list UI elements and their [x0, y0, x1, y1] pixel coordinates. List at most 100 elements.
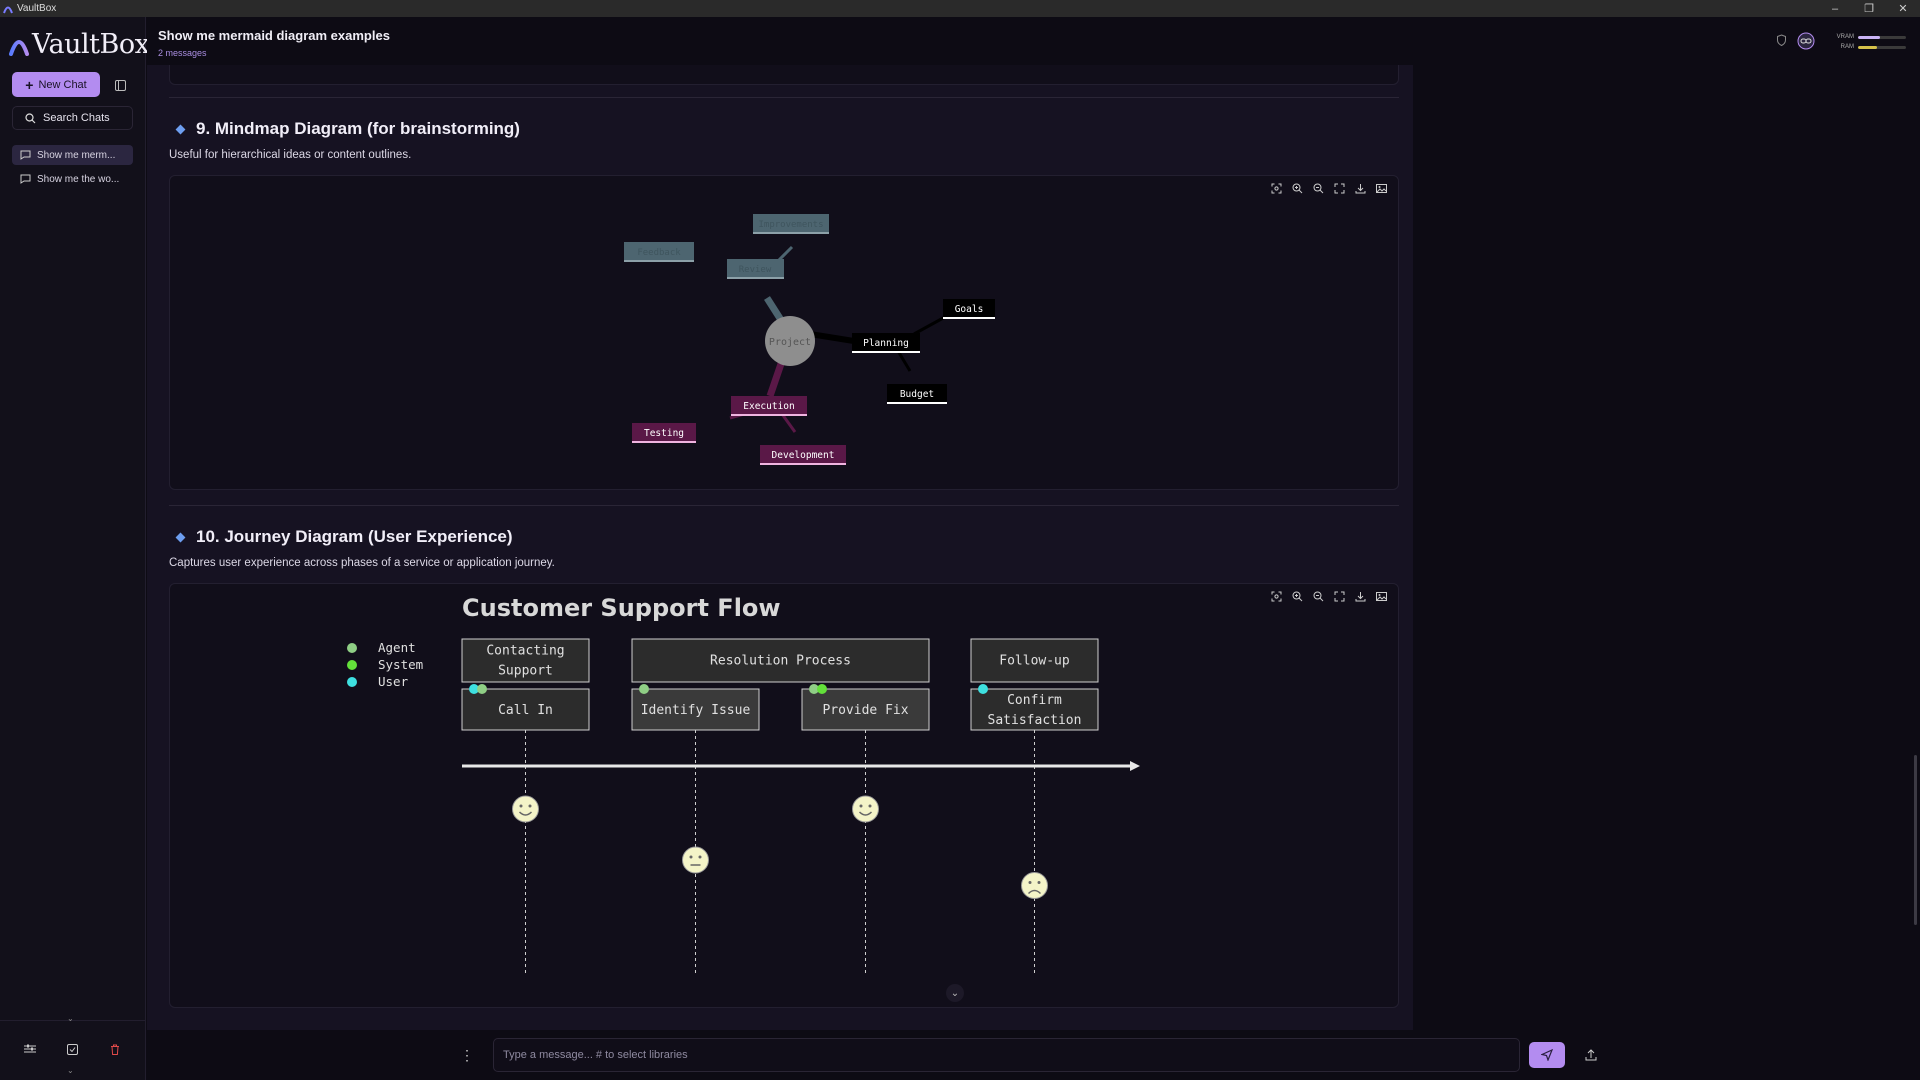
chat-item-label: Show me the wo... — [37, 173, 120, 185]
mindmap-node-label: Testing — [644, 428, 684, 439]
journey-task-label: Satisfaction — [988, 713, 1082, 728]
close-window-button[interactable]: ✕ — [1886, 0, 1920, 17]
journey-section-label: Resolution Process — [710, 654, 851, 669]
legend-label: System — [378, 657, 423, 672]
timeline-arrow-icon — [1130, 761, 1140, 771]
message-input-box[interactable] — [493, 1038, 1520, 1072]
section-heading: 10. Journey Diagram (User Experience) — [175, 527, 513, 547]
diamond-icon — [175, 532, 186, 542]
mindmap-node-label: Review — [739, 265, 772, 275]
upload-icon — [1585, 1049, 1597, 1061]
window-titlebar: VaultBox – ❐ ✕ — [0, 0, 1920, 17]
ram-meter: RAM — [1836, 44, 1906, 50]
search-chats-button[interactable]: Search Chats — [12, 106, 133, 130]
sidebar-footer: ⌄ ⌄ — [0, 1014, 146, 1080]
legend-marker — [347, 643, 357, 653]
message-count: 2 messages — [158, 48, 207, 58]
journey-task-label: Call In — [498, 703, 553, 718]
new-chat-button[interactable]: + New Chat — [12, 72, 100, 97]
send-icon — [1541, 1049, 1553, 1061]
journey-title: Customer Support Flow — [462, 594, 781, 622]
journey-diagram: Customer Support Flow Agent System User Co… — [169, 583, 1399, 1008]
section-description: Useful for hierarchical ideas or content… — [169, 149, 412, 161]
legend-marker — [347, 677, 357, 687]
section-heading: 9. Mindmap Diagram (for brainstorming) — [175, 119, 520, 139]
window-title: VaultBox — [17, 3, 57, 14]
scroll-down-button[interactable]: ⌄ — [946, 984, 964, 1002]
chat-item[interactable]: Show me merm... — [12, 145, 133, 165]
vram-label: VRAM — [1836, 34, 1854, 40]
mindmap-canvas: Project Improvements Feedback Review Pla… — [624, 214, 995, 465]
restore-button[interactable]: ❐ — [1852, 0, 1886, 17]
composer-area: ⋮ — [147, 1030, 1920, 1080]
trash-icon — [111, 1044, 119, 1055]
shield-icon[interactable] — [1776, 34, 1787, 46]
happy-face-icon — [852, 795, 879, 823]
section-title: 9. Mindmap Diagram (for brainstorming) — [196, 119, 520, 138]
message-input[interactable] — [503, 1049, 1519, 1061]
journey-task-label: Confirm — [1007, 693, 1062, 708]
vram-meter-fill — [1858, 35, 1880, 39]
mindmap-node-label: Planning — [863, 338, 909, 349]
chevron-down-icon: ⌄ — [950, 987, 960, 999]
mindmap-node-label: Feedback — [637, 248, 681, 258]
link-icon[interactable] — [1797, 32, 1815, 50]
mindmap-node-label: Execution — [743, 401, 794, 412]
brand-name: VaultBox — [32, 29, 150, 60]
mindmap-node-label: Goals — [955, 304, 984, 315]
actor-marker — [477, 684, 487, 694]
delete-chats-button[interactable] — [104, 1038, 126, 1060]
section-description: Captures user experience across phases o… — [169, 557, 555, 569]
journey-canvas: Customer Support Flow Agent System User Co… — [347, 594, 1140, 976]
journey-tasks: Call In Identify Issue Provide Fix Confirm S… — [461, 684, 1099, 976]
scrollbar-thumb[interactable] — [1914, 755, 1917, 925]
settings-button[interactable] — [19, 1038, 41, 1060]
content-scrollbar[interactable] — [1914, 65, 1918, 1030]
actor-marker — [978, 684, 988, 694]
select-chats-button[interactable] — [61, 1038, 83, 1060]
more-options-button[interactable]: ⋮ — [457, 1043, 477, 1067]
minimize-button[interactable]: – — [1818, 0, 1852, 17]
journey-sections: Contacting Support Resolution Process Follo… — [461, 638, 1099, 683]
brand: VaultBox — [8, 29, 150, 60]
neutral-face-icon — [682, 846, 709, 874]
mindmap-node-label: Improvements — [758, 220, 823, 230]
legend-marker — [347, 660, 357, 670]
journey-section-label: Contacting — [486, 644, 564, 659]
chevron-down-icon[interactable]: ⌄ — [67, 1066, 74, 1075]
ram-label: RAM — [1840, 44, 1854, 50]
chevron-up-icon[interactable]: ⌄ — [67, 1014, 74, 1023]
previous-diagram-box — [169, 65, 1399, 85]
diamond-icon — [175, 124, 186, 134]
divider — [169, 97, 1399, 98]
app-logo-icon — [3, 6, 13, 13]
chat-item[interactable]: Show me the wo... — [12, 169, 133, 189]
sidebar-panel-icon — [114, 79, 126, 91]
journey-section-label: Follow-up — [999, 654, 1070, 669]
more-vertical-icon: ⋮ — [460, 1046, 474, 1063]
send-button[interactable] — [1529, 1042, 1565, 1068]
legend-label: Agent — [378, 640, 416, 655]
journey-section-label: Support — [498, 664, 553, 679]
upload-button[interactable] — [1579, 1043, 1603, 1067]
chat-item-label: Show me merm... — [37, 149, 116, 161]
new-chat-label: New Chat — [38, 78, 87, 91]
search-chats-label: Search Chats — [43, 112, 110, 124]
toggle-sidebar-button[interactable] — [110, 75, 130, 95]
legend-label: User — [378, 674, 409, 689]
brand-logo-icon — [9, 39, 29, 56]
mindmap-diagram: Project Improvements Feedback Review Pla… — [169, 175, 1399, 490]
chat-messages: 9. Mindmap Diagram (for brainstorming) U… — [147, 65, 1413, 1030]
actor-marker — [817, 684, 827, 694]
vram-meter: VRAM — [1836, 34, 1906, 40]
happy-face-icon — [512, 795, 539, 823]
ram-meter-fill — [1858, 45, 1878, 49]
sidebar: VaultBox + New Chat Search Chats Show me… — [0, 17, 150, 1080]
journey-task-label: Identify Issue — [641, 703, 751, 718]
actor-marker — [639, 684, 649, 694]
journey-legend: Agent System User — [347, 640, 423, 689]
journey-task-label: Provide Fix — [822, 703, 908, 718]
checkbox-icon — [66, 1043, 78, 1055]
section-title: 10. Journey Diagram (User Experience) — [196, 527, 513, 546]
chat-bubble-icon — [20, 174, 31, 184]
